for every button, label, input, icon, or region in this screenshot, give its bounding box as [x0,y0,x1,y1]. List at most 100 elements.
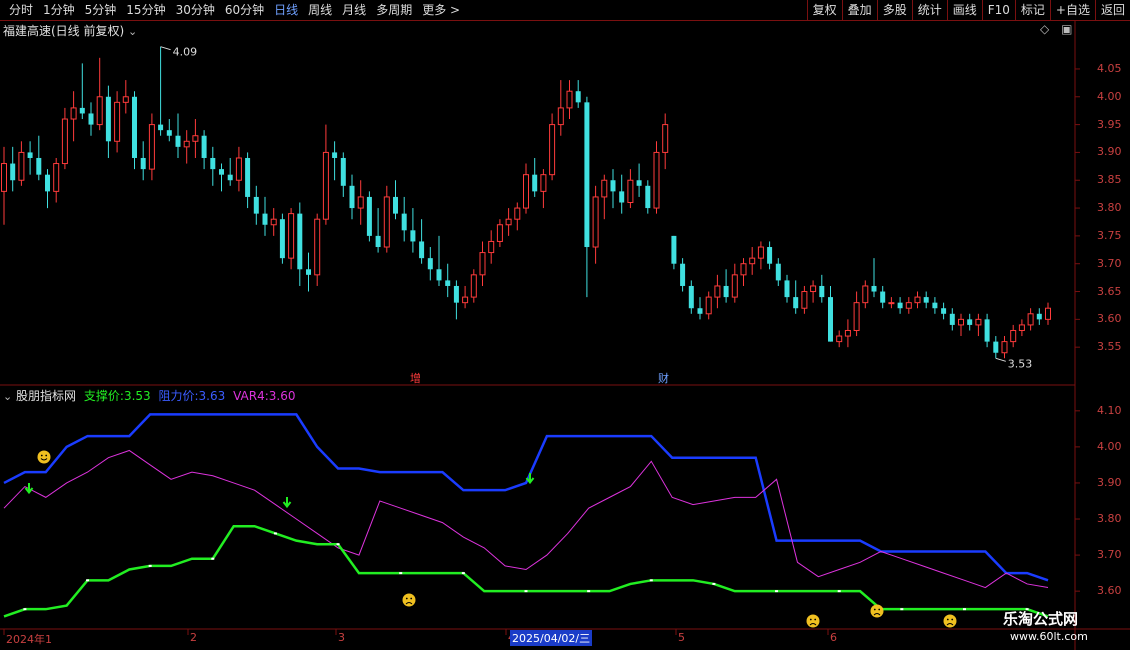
support-dot [962,608,966,611]
candle-body-down [427,258,433,270]
candle-body-down [306,269,311,275]
support-dot [336,543,340,546]
support-dot [587,590,591,593]
support-line [3,524,1049,618]
candle-body-up [757,246,764,259]
candle-body-down [793,297,799,309]
diamond-icon[interactable]: ◇ [1040,22,1049,36]
support-dot [649,579,653,582]
candle-body-down [784,280,790,298]
support-dot [837,590,841,593]
candle-body-up [462,296,469,304]
candle-body-down [201,135,207,158]
date-tick-label: 2 [190,631,197,644]
candle-body-down [819,285,825,298]
candle-body-down [105,96,111,142]
candle-body-up [514,207,521,220]
support-dot [461,572,465,575]
candle-body-down [175,135,181,147]
candle-body-down [828,297,833,342]
face-eye [40,454,43,457]
support-dot [399,572,403,575]
candle-body-down [366,196,372,236]
candle-body-down [375,235,381,248]
candle-body-down [10,163,16,181]
candle-body-up [749,257,756,265]
candle-body-down [340,157,346,186]
candle-body-up [914,296,921,304]
maximize-icon[interactable]: ▣ [1061,22,1072,36]
candle-body-up [1010,329,1017,343]
candle-body-up [905,302,912,309]
candle-body-up [122,96,129,103]
face-eye [873,608,876,611]
support-dot [148,564,152,567]
date-tick-label: 3 [338,631,345,644]
candle-body-up [270,218,277,226]
candle-body-up [148,124,155,170]
candle-body-up [70,107,77,120]
candle-body-up [322,151,329,220]
indicator-tick-label: 3.90 [1097,475,1122,489]
high-marker-line [160,46,171,51]
candle-body-down [349,185,355,209]
face-eye [878,608,881,611]
candle-body-down [158,124,164,131]
candle-body-down [575,91,581,103]
candle-body-up [1027,313,1034,326]
candle-body-down [897,302,903,309]
event-marker-zeng: 增 [410,371,421,385]
panel-tools: ◇ ▣ [1040,22,1072,36]
candle-body-down [453,285,459,303]
support-dot [712,582,716,585]
indicator-name: 股朋指标网 [16,389,77,403]
sad-face-icon [943,614,957,628]
candle-body-up [505,218,512,226]
var4-value: 3.60 [268,389,296,403]
indicator-dropdown-icon[interactable]: ⌄ [3,390,12,403]
candle-body-up [235,157,242,181]
cursor-date-label: 2025/04/02/三 [510,630,593,646]
candle-body-up [1001,341,1008,354]
candle-body-up [566,90,573,109]
support-dot [273,532,277,535]
candle-body-down [410,230,416,242]
date-tick-label: 2024年1 [6,633,52,646]
main-panel-title: 福建高速(日线 前复权) ⌄ [3,22,137,39]
support-dot [211,557,215,560]
candle-body-down [332,152,338,158]
price-tick-label: 3.65 [1097,284,1122,298]
face-eye [405,597,408,600]
sad-face-icon [402,593,416,607]
support-dot [86,579,90,582]
candle-body-down [697,308,703,314]
candle-body-up [496,224,503,242]
candle-body-down [245,157,251,197]
candle-body-down [88,113,94,125]
candle-body-down [688,285,694,309]
sad-face-icon [806,614,820,628]
candle-body-down [767,247,773,264]
candle-body-up [470,274,477,298]
candle-body-up [53,163,60,192]
candle-body-down [227,174,233,181]
candle-body-up [61,118,68,165]
candle-body-down [1036,313,1042,320]
kline-chart[interactable]: 4.09 3.53 增 财 [0,0,1130,650]
indicator-tick-label: 3.60 [1097,584,1122,598]
candle-body-down [445,280,451,286]
dropdown-icon[interactable]: ⌄ [128,25,137,38]
candle-body-down [941,308,947,314]
candle-body-down [680,263,686,286]
candle-body-down [775,263,781,281]
candle-body-up [627,179,634,203]
sad-face-icon [870,604,884,618]
candle-body-up [853,302,860,331]
stock-title: 福建高速(日线 前复权) [3,24,125,38]
candle-body-down [219,169,224,175]
candle-body-down [645,185,651,209]
indicator-tick-label: 3.70 [1097,548,1122,562]
candle-body-up [288,213,295,259]
face-eye [946,618,949,621]
candle-body-down [993,341,999,353]
